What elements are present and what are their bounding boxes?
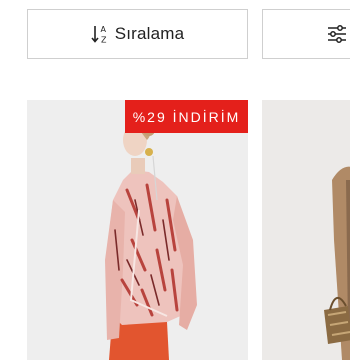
svg-text:Z: Z — [101, 36, 107, 45]
filter-sliders-icon — [328, 25, 346, 43]
filter-button[interactable] — [262, 9, 350, 59]
discount-badge: %29 İNDİRİM — [125, 100, 248, 133]
product-image — [105, 120, 197, 360]
sort-ascending-icon: A Z — [91, 25, 107, 45]
svg-text:A: A — [100, 25, 106, 34]
sort-button[interactable]: A Z Sıralama — [27, 9, 248, 59]
sort-label: Sıralama — [114, 24, 185, 43]
product-card[interactable]: %29 İNDİRİM — [27, 100, 248, 360]
product-card[interactable] — [262, 100, 350, 360]
product-image — [324, 166, 350, 360]
